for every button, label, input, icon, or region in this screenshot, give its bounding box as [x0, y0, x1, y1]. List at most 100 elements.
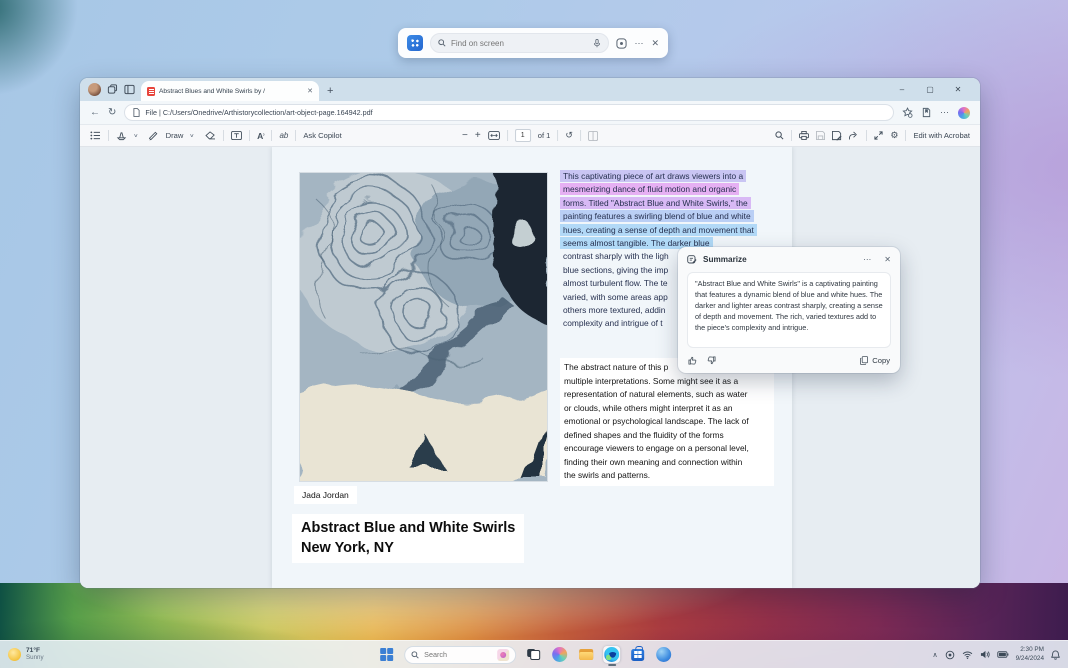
copilot-icon[interactable] — [958, 106, 970, 119]
close-button[interactable]: ✕ — [944, 78, 972, 101]
tray-copilot-icon[interactable] — [945, 650, 955, 660]
divider — [506, 130, 508, 141]
overlay-close-icon[interactable]: ✕ — [651, 38, 659, 49]
fit-to-width-icon[interactable] — [487, 131, 500, 140]
find-on-screen-search[interactable] — [430, 33, 610, 53]
artwork-image — [300, 173, 547, 481]
new-tab-button[interactable]: + — [327, 85, 333, 97]
save-icon[interactable] — [816, 131, 826, 140]
tray-chevron-icon[interactable]: ∧ — [932, 651, 937, 659]
summarize-popup: Summarize ⋯ ✕ "Abstract Blue and White S… — [678, 247, 900, 373]
taskbar-clock[interactable]: 2:30 PM 9/24/2024 — [1016, 646, 1044, 663]
notification-bell-icon[interactable] — [1051, 649, 1060, 660]
minimize-button[interactable]: – — [888, 78, 916, 101]
summarize-title: Summarize — [703, 255, 747, 264]
zoom-in-icon[interactable]: + — [475, 130, 481, 141]
add-text-icon[interactable] — [231, 131, 242, 140]
ask-copilot-button[interactable]: Ask Copilot — [303, 131, 341, 140]
document-icon — [133, 108, 140, 117]
back-icon[interactable]: ← — [90, 107, 100, 118]
find-on-screen-bar: ⋯ ✕ — [398, 28, 668, 58]
pdf-toolbar: ∨ Draw ∨ A ⁾ ab Ask Copilot − + 1 of 1 ↺… — [80, 125, 980, 147]
draw-dropdown-icon[interactable]: ∨ — [190, 133, 195, 139]
favorites-settings-icon[interactable] — [902, 107, 913, 118]
share-icon[interactable] — [849, 131, 859, 140]
microsoft-store-icon[interactable] — [629, 645, 646, 663]
highlighter-dropdown-icon[interactable]: ∨ — [133, 133, 138, 139]
popup-more-icon[interactable]: ⋯ — [863, 255, 872, 264]
refresh-icon[interactable]: ↻ — [108, 107, 116, 118]
tab-close-icon[interactable]: ✕ — [307, 87, 313, 95]
page-number-input[interactable] — [514, 129, 531, 142]
profile-avatar[interactable] — [88, 83, 101, 96]
copy-button[interactable]: Copy — [860, 356, 890, 365]
pdf-file-icon — [147, 86, 155, 96]
blue-app-icon[interactable] — [655, 646, 672, 663]
body-line: representation of natural elements, such… — [564, 389, 748, 399]
copilot-taskbar-icon[interactable] — [551, 646, 568, 663]
overlay-more-icon[interactable]: ⋯ — [634, 38, 644, 49]
maximize-button[interactable]: ▢ — [916, 78, 944, 101]
draw-pen-icon[interactable] — [148, 131, 159, 141]
task-view-button[interactable] — [525, 646, 542, 663]
popup-close-icon[interactable]: ✕ — [884, 255, 891, 264]
taskbar-center — [378, 641, 672, 668]
body-line: finding their own meaning and connection… — [564, 456, 743, 467]
table-of-contents-icon[interactable] — [90, 131, 101, 140]
pdf-toolbar-right: ⚙ Edit with Acrobat — [775, 125, 970, 146]
eraser-icon[interactable] — [205, 131, 216, 140]
browser-tab-active[interactable]: Abstract Blues and White Swirls by / ✕ — [141, 81, 319, 101]
divider — [295, 130, 297, 141]
body-line: encourage viewers to engage on a persona… — [564, 443, 749, 453]
artwork-title-block: Abstract Blue and White Swirls New York,… — [292, 514, 525, 564]
address-bar-row: ← ↻ File | C:/Users/Onedrive/Arthistoryc… — [80, 101, 980, 125]
divider — [223, 130, 225, 141]
workspaces-icon[interactable] — [107, 84, 119, 96]
pdf-viewer: This captivating piece of art draws view… — [80, 147, 980, 588]
read-aloud-icon[interactable]: A ⁾ — [257, 131, 264, 141]
battery-icon[interactable] — [996, 651, 1009, 658]
start-button[interactable] — [378, 646, 395, 663]
clock-date: 9/24/2024 — [1015, 654, 1044, 662]
pdf-search-icon[interactable] — [775, 131, 784, 140]
system-tray: ∧ 2:30 PM 9/24/2024 — [932, 641, 1060, 668]
print-icon[interactable] — [799, 131, 810, 140]
taskbar-search-input[interactable] — [424, 650, 493, 659]
weather-condition: Sunny — [26, 654, 44, 662]
tab-actions-icon[interactable] — [124, 84, 136, 96]
collections-icon[interactable] — [921, 107, 932, 118]
thumbs-up-icon[interactable] — [688, 356, 697, 365]
tab-strip: Abstract Blues and White Swirls by / ✕ +… — [80, 78, 980, 101]
visual-search-app-icon[interactable] — [407, 35, 423, 51]
highlighted-line: forms. Titled "Abstract Blue and White S… — [560, 196, 751, 209]
body-paragraph: The abstract nature of this p multiple i… — [560, 358, 774, 486]
search-icon — [411, 650, 419, 659]
draw-label[interactable]: Draw — [166, 131, 184, 140]
volume-icon[interactable] — [980, 650, 990, 659]
edge-taskbar-icon[interactable] — [603, 646, 621, 666]
browser-more-icon[interactable]: ⋯ — [940, 107, 950, 118]
taskbar-search[interactable] — [404, 645, 517, 664]
file-explorer-icon[interactable] — [577, 646, 594, 663]
highlighter-icon[interactable] — [116, 131, 127, 141]
url-bar[interactable]: File | C:/Users/Onedrive/Arthistorycolle… — [124, 104, 894, 121]
edit-with-acrobat-button[interactable]: Edit with Acrobat — [913, 131, 970, 140]
zoom-out-icon[interactable]: − — [462, 130, 468, 141]
settings-gear-icon[interactable]: ⚙ — [890, 130, 898, 141]
find-on-screen-input[interactable] — [451, 38, 589, 48]
body-line: emotional or psychological landscape. Th… — [564, 416, 749, 426]
thumbs-down-icon[interactable] — [707, 356, 716, 365]
page-view-icon[interactable] — [587, 130, 598, 141]
copilot-outline-icon[interactable] — [616, 37, 628, 49]
sun-icon — [8, 648, 21, 661]
wifi-icon[interactable] — [962, 651, 973, 659]
divider — [108, 130, 109, 141]
microphone-icon[interactable] — [593, 38, 601, 48]
highlighted-line: varied, with some areas app — [563, 291, 668, 302]
divider — [579, 130, 581, 141]
fullscreen-icon[interactable] — [874, 131, 883, 140]
rotate-icon[interactable]: ↺ — [565, 130, 573, 141]
text-tools-icon[interactable]: ab — [279, 131, 288, 140]
save-as-icon[interactable] — [832, 130, 842, 141]
weather-widget[interactable]: 71°F Sunny — [8, 641, 44, 668]
